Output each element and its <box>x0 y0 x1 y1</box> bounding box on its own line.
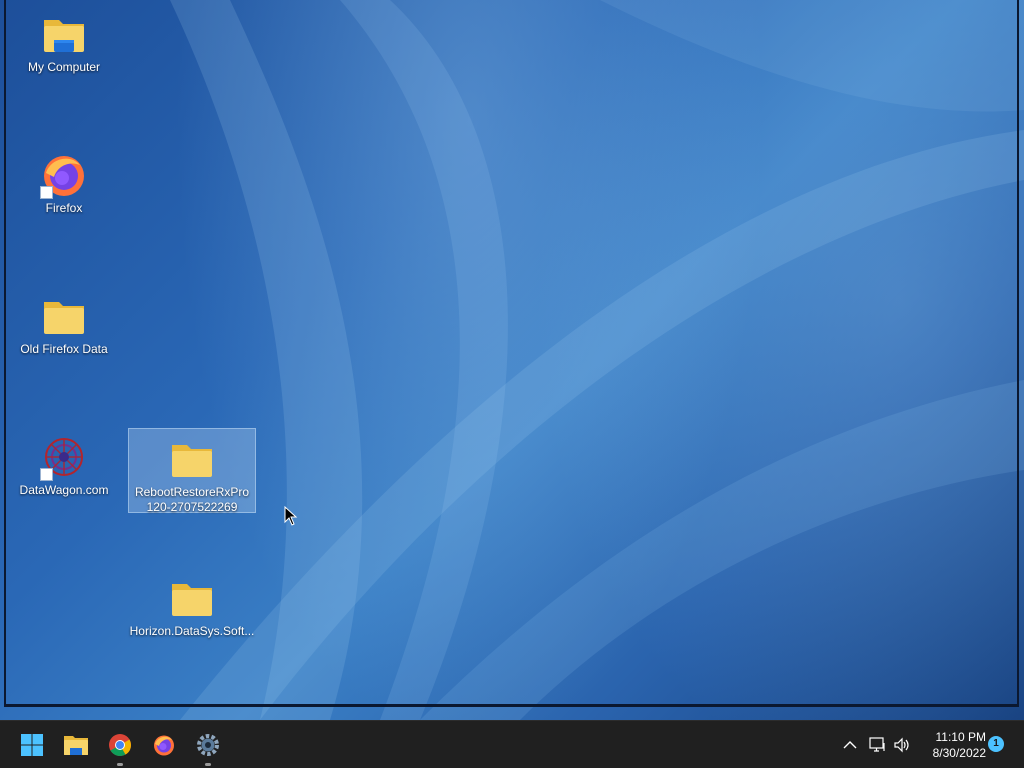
shortcut-arrow-icon <box>40 468 53 481</box>
desktop-icon-horizon-datasys-folder[interactable]: Horizon.DataSys.Soft... <box>128 568 256 639</box>
chevron-up-icon <box>843 741 857 749</box>
taskbar-file-explorer[interactable] <box>60 729 92 761</box>
network-icon <box>869 737 885 752</box>
shortcut-arrow-icon <box>40 186 53 199</box>
desktop-icon-my-computer[interactable]: My Computer <box>0 4 128 75</box>
notification-badge[interactable]: 1 <box>988 736 1004 752</box>
start-button[interactable] <box>16 729 48 761</box>
taskbar-firefox[interactable] <box>148 729 180 761</box>
mouse-pointer-icon <box>284 506 298 526</box>
desktop[interactable]: My Computer Firefox Old Firefox Data Dat… <box>0 0 1024 720</box>
clock-time: 11:10 PM <box>935 730 986 744</box>
network-button[interactable] <box>868 735 888 755</box>
taskbar-clock[interactable]: 11:10 PM 8/30/2022 <box>920 729 986 761</box>
desktop-icon-firefox[interactable]: Firefox <box>0 145 128 216</box>
chrome-icon <box>109 734 131 756</box>
desktop-icon-datawagon[interactable]: DataWagon.com <box>0 427 128 498</box>
running-indicator <box>205 763 211 766</box>
desktop-icon-label: My Computer <box>27 60 101 74</box>
volume-button[interactable] <box>892 735 912 755</box>
show-hidden-icons-button[interactable] <box>840 735 860 755</box>
desktop-icon-label: Old Firefox Data <box>20 342 108 356</box>
desktop-icon-rebootrestore-folder[interactable]: RebootRestoreRxPro120-2707522269 <box>128 428 256 514</box>
clock-date: 8/30/2022 <box>932 746 986 760</box>
folder-icon <box>168 435 216 483</box>
firefox-icon <box>154 735 174 756</box>
folder-icon <box>168 574 216 622</box>
desktop-icon-old-firefox-data[interactable]: Old Firefox Data <box>0 286 128 357</box>
taskbar-chrome[interactable] <box>104 729 136 766</box>
running-indicator <box>117 763 123 766</box>
taskbar: 11:10 PM 8/30/2022 <box>0 720 1024 768</box>
desktop-icon-label: DataWagon.com <box>19 483 109 497</box>
desktop-icon-label: Horizon.DataSys.Soft... <box>129 624 255 638</box>
file-explorer-icon <box>64 736 88 755</box>
windows-start-icon <box>21 734 43 756</box>
speaker-icon <box>894 737 909 753</box>
desktop-icon-label: Firefox <box>45 201 83 215</box>
desktop-icon-label: RebootRestoreRxPro120-2707522269 <box>134 485 250 514</box>
folder-icon <box>40 292 88 340</box>
taskbar-settings[interactable] <box>192 729 224 766</box>
firefox-icon <box>40 151 88 199</box>
datawagon-logo-icon <box>40 433 88 481</box>
folder-icon <box>40 10 88 58</box>
settings-icon <box>197 734 219 756</box>
